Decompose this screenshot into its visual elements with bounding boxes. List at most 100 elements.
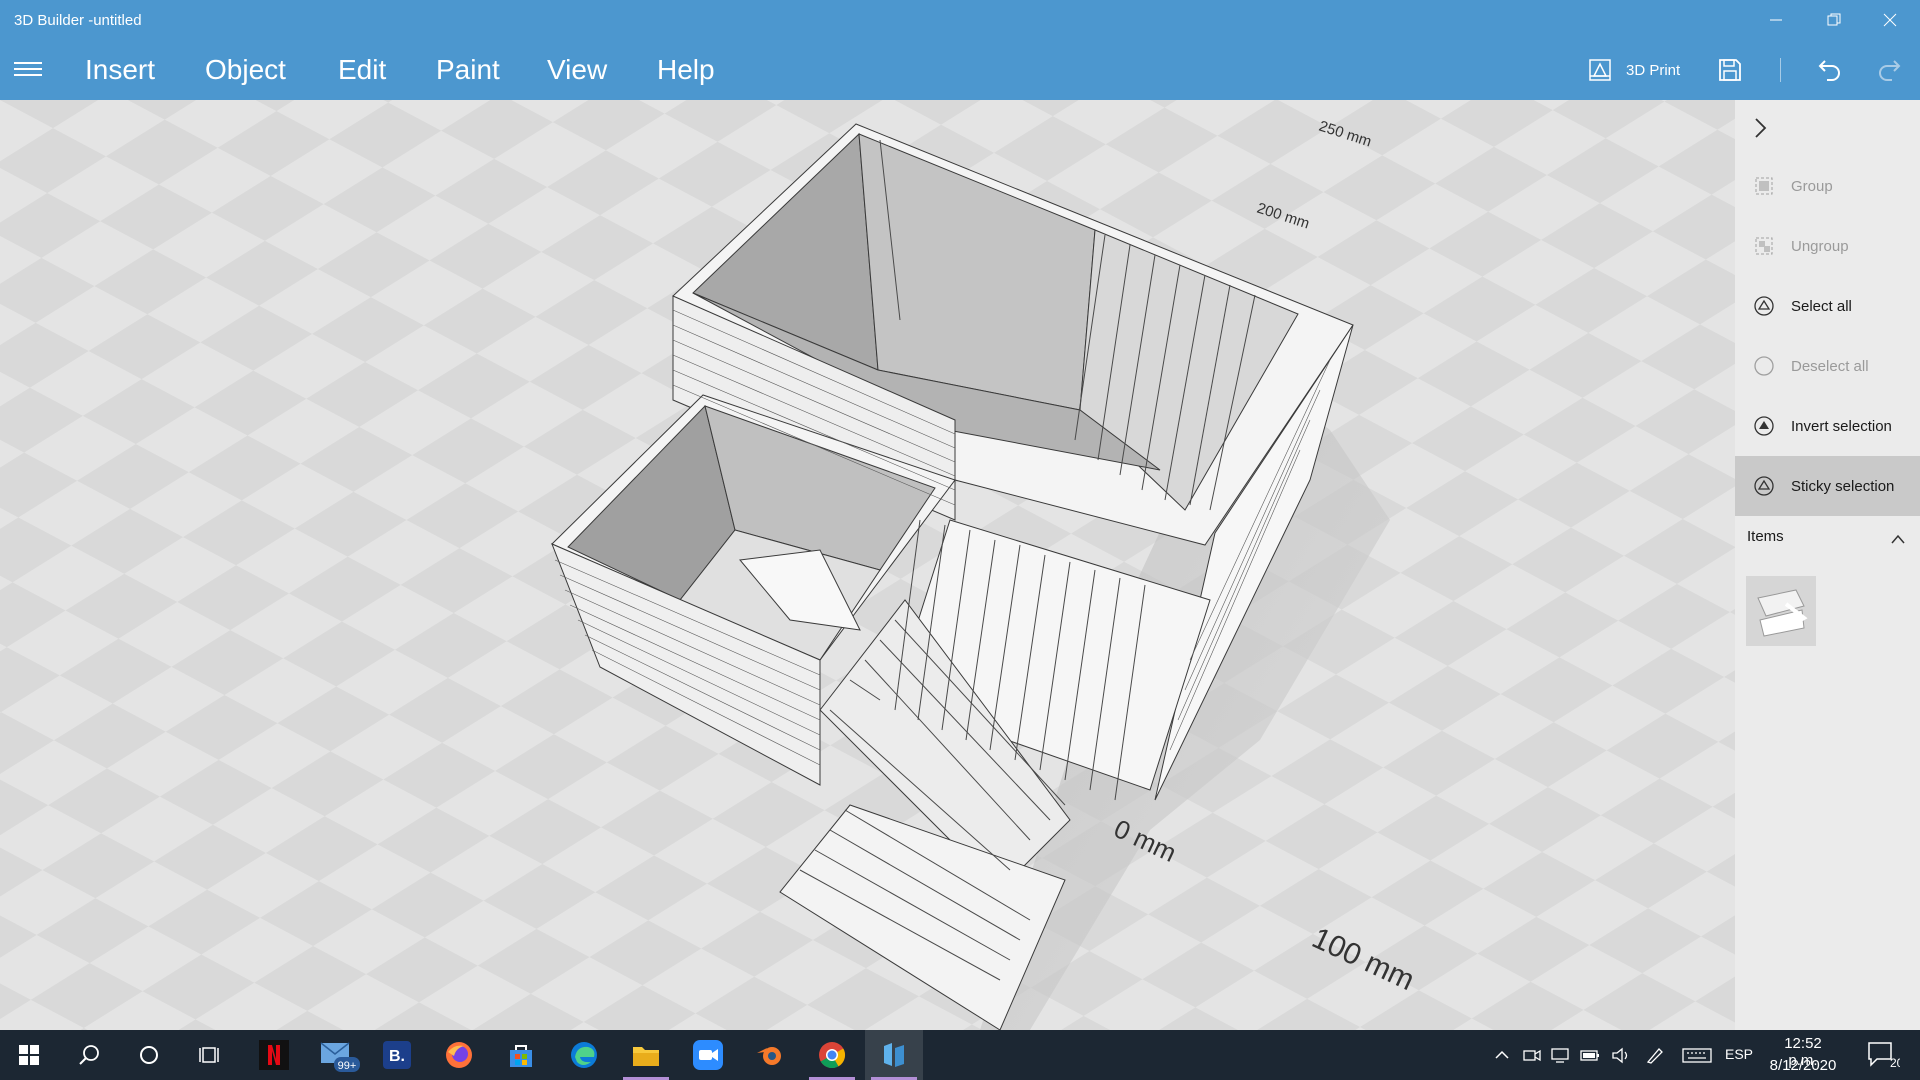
invert-selection-label: Invert selection (1791, 417, 1892, 435)
notification-count: 20 (1890, 1056, 1900, 1070)
select-all-icon (1754, 296, 1774, 316)
volume-icon[interactable] (1610, 1045, 1630, 1065)
undo-icon (1818, 60, 1840, 81)
menu-paint[interactable]: Paint (436, 54, 500, 86)
edge-icon (571, 1042, 597, 1068)
items-header: Items (1747, 528, 1784, 545)
chevron-right-icon (1755, 118, 1767, 138)
meet-now-icon[interactable] (1522, 1045, 1542, 1065)
show-hidden-icons-icon[interactable] (1492, 1045, 1512, 1065)
invert-selection-button[interactable]: Invert selection (1735, 396, 1920, 456)
action-center-button[interactable]: 20 (1866, 1040, 1904, 1070)
clock-date[interactable]: 8/12/2020 (1768, 1057, 1838, 1074)
cortana-button[interactable] (120, 1030, 178, 1080)
title-bar: 3D Builder -untitled (0, 0, 1920, 40)
group-button[interactable]: Group (1735, 156, 1920, 216)
select-all-label: Select all (1791, 297, 1852, 315)
pen-workspace-icon[interactable] (1645, 1045, 1665, 1065)
ungroup-button[interactable]: Ungroup (1735, 216, 1920, 276)
firefox-icon (446, 1042, 472, 1068)
sticky-selection-icon (1754, 476, 1774, 496)
close-icon (1883, 13, 1897, 27)
group-icon (1755, 177, 1773, 195)
touch-keyboard-icon[interactable] (1682, 1045, 1712, 1065)
svg-text:B.: B. (389, 1048, 405, 1065)
restore-icon (1827, 13, 1841, 26)
task-view-button[interactable] (180, 1030, 238, 1080)
hamburger-menu-icon[interactable] (14, 58, 42, 82)
3d-builder-app[interactable] (865, 1030, 923, 1080)
network-icon[interactable] (1550, 1045, 1570, 1065)
3d-builder-icon (884, 1043, 904, 1067)
ungroup-label: Ungroup (1791, 237, 1849, 255)
notification-icon: 20 (1868, 1042, 1904, 1070)
scene-canvas[interactable]: 250 mm 200 mm 0 mm 100 mm (0, 100, 1735, 1030)
save-button[interactable] (1718, 50, 1742, 90)
battery-icon[interactable] (1580, 1045, 1600, 1065)
netflix-app[interactable] (245, 1030, 303, 1080)
menu-object[interactable]: Object (205, 54, 286, 86)
invert-selection-icon (1754, 416, 1774, 436)
close-button[interactable] (1866, 0, 1914, 40)
collapse-panel-button[interactable] (1751, 116, 1771, 145)
stair-model-thumbnail-icon (1757, 589, 1808, 637)
start-button[interactable] (0, 1030, 58, 1080)
chrome-icon (819, 1042, 846, 1069)
file-explorer-app[interactable] (617, 1030, 675, 1080)
deselect-all-icon (1754, 356, 1774, 376)
deselect-all-button[interactable]: Deselect all (1735, 336, 1920, 396)
booking-app[interactable]: B. (368, 1030, 426, 1080)
store-icon (510, 1045, 532, 1067)
zoom-app[interactable] (679, 1030, 737, 1080)
blender-icon (757, 1047, 781, 1065)
redo-icon (1879, 60, 1901, 81)
toolbar-separator (1780, 58, 1781, 82)
window-title: 3D Builder -untitled (14, 12, 142, 29)
firefox-app[interactable] (430, 1030, 488, 1080)
microsoft-store-app[interactable] (492, 1030, 550, 1080)
minimize-button[interactable] (1752, 0, 1800, 40)
undo-button[interactable] (1817, 50, 1843, 90)
search-icon (79, 1045, 99, 1065)
restore-button[interactable] (1810, 0, 1858, 40)
minimize-icon (1770, 19, 1782, 21)
windows-logo-icon (19, 1045, 39, 1065)
sticky-selection-label: Sticky selection (1791, 477, 1895, 495)
mail-badge: 99+ (338, 1060, 357, 1072)
item-thumbnail[interactable] (1746, 576, 1816, 646)
mail-icon: 99+ (320, 1042, 360, 1072)
select-all-button[interactable]: Select all (1735, 276, 1920, 336)
search-button[interactable] (60, 1030, 118, 1080)
task-view-icon (199, 1047, 219, 1063)
zoom-icon (693, 1040, 723, 1070)
3d-builder-window: 3D Builder -untitled Insert Object Edit … (0, 0, 1920, 1080)
group-label: Group (1791, 177, 1833, 195)
deselect-all-label: Deselect all (1791, 357, 1869, 375)
booking-icon: B. (383, 1041, 411, 1069)
ungroup-icon (1755, 237, 1773, 255)
cortana-icon (140, 1046, 158, 1064)
save-icon (1719, 59, 1741, 81)
sticky-selection-button[interactable]: Sticky selection (1735, 456, 1920, 516)
mail-app[interactable]: 99+ (310, 1030, 368, 1080)
windows-taskbar: 99+ B. ESP 12:52 p.m. 8/12/2020 2 (0, 1030, 1920, 1080)
menu-bar: Insert Object Edit Paint View Help 3D Pr… (0, 40, 1920, 100)
3d-print-button[interactable]: 3D Print (1588, 50, 1680, 90)
3d-viewport[interactable]: 250 mm 200 mm 0 mm 100 mm (0, 100, 1735, 1030)
chevron-up-icon (1891, 534, 1905, 544)
input-language[interactable]: ESP (1725, 1046, 1753, 1062)
selection-panel: Group Ungroup Select all Deselect all In… (1735, 100, 1920, 1030)
blender-app[interactable] (741, 1030, 799, 1080)
edge-app[interactable] (555, 1030, 613, 1080)
menu-view[interactable]: View (547, 54, 607, 86)
menu-insert[interactable]: Insert (85, 54, 155, 86)
chrome-app[interactable] (803, 1030, 861, 1080)
redo-button[interactable] (1876, 50, 1902, 90)
3d-print-label: 3D Print (1626, 61, 1681, 79)
items-collapse-button[interactable] (1890, 532, 1906, 550)
3d-print-icon (1589, 59, 1611, 81)
netflix-icon (259, 1040, 289, 1070)
menu-help[interactable]: Help (657, 54, 715, 86)
folder-icon (633, 1047, 659, 1066)
menu-edit[interactable]: Edit (338, 54, 386, 86)
